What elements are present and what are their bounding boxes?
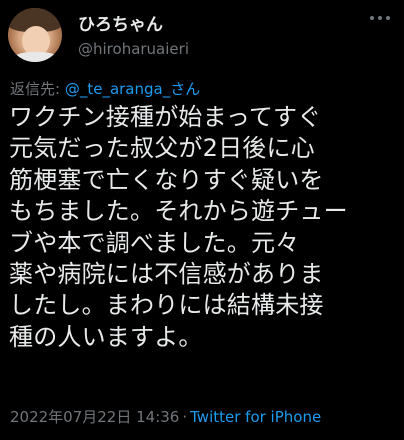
user-handle[interactable]: @hiroharuaieri xyxy=(78,40,189,58)
tweet-text: ワクチン接種が始まってすぐ 元気だった叔父が2日後に心 筋梗塞で亡くなりすぐ疑い… xyxy=(9,102,399,353)
display-name[interactable]: ひろちゃん xyxy=(78,10,163,35)
more-icon-dot xyxy=(378,16,382,20)
tweet-line: したし。まわりには結構未接 xyxy=(9,291,324,320)
more-icon[interactable] xyxy=(370,12,390,24)
tweet-line: 元気だった叔父が2日後に心 xyxy=(9,134,315,163)
tweet-line: 筋梗塞で亡くなりすぐ疑いを xyxy=(9,165,324,194)
tweet-source-link[interactable]: Twitter for iPhone xyxy=(190,408,321,426)
reply-to-line: 返信先: @_te_aranga_さん xyxy=(10,78,200,99)
tweet-line: もちました。それから遊チュー xyxy=(9,197,348,226)
more-icon-dot xyxy=(386,16,390,20)
tweet-line: 薬や病院には不信感がありま xyxy=(9,260,324,289)
tweet-meta: 2022年07月22日 14:36 · Twitter for iPhone xyxy=(10,406,321,427)
tweet-line: ワクチン接種が始まってすぐ xyxy=(9,103,322,131)
reply-mention-link[interactable]: @_te_aranga_さん xyxy=(65,80,200,98)
meta-separator: · xyxy=(182,408,188,426)
avatar[interactable] xyxy=(8,8,62,62)
tweet-timestamp[interactable]: 2022年07月22日 14:36 xyxy=(10,408,179,426)
tweet-line: 種の人いますよ。 xyxy=(9,322,203,351)
avatar-shirt xyxy=(12,52,60,62)
tweet-line: ブや本で調べました。元々 xyxy=(9,228,300,257)
reply-prefix: 返信先: xyxy=(10,80,65,98)
more-icon-dot xyxy=(370,16,374,20)
